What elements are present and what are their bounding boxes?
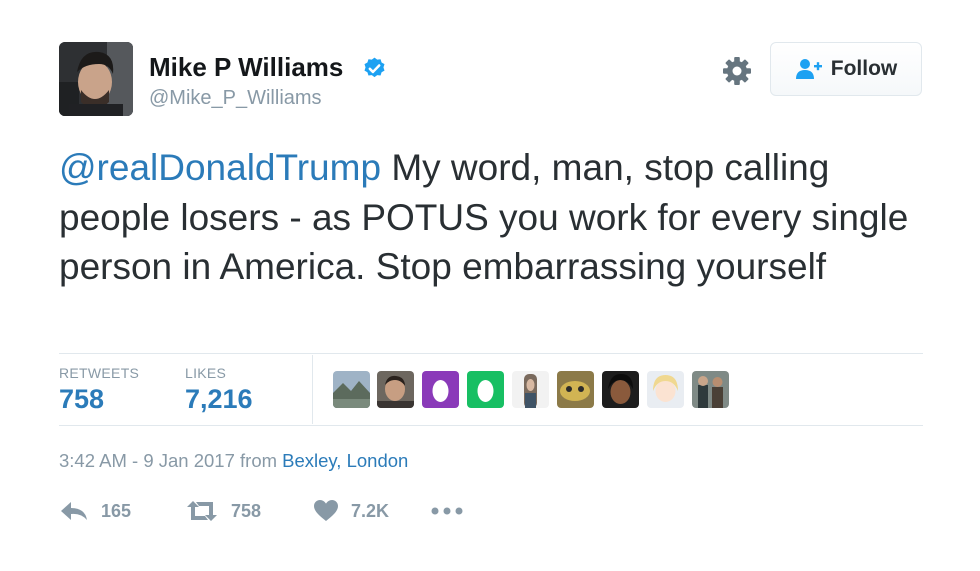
retweet-button[interactable]: 758 (185, 494, 261, 528)
tweet-text: @realDonaldTrump My word, man, stop call… (59, 143, 919, 292)
divider-top (59, 353, 923, 354)
reply-count: 165 (101, 500, 132, 521)
liker-animal (557, 371, 594, 408)
tweet-metadata: 3:42 AM - 9 Jan 2017 from Bexley, London (59, 450, 408, 472)
liker-avatar-4[interactable] (467, 371, 504, 408)
retweets-label[interactable]: RETWEETS (59, 365, 139, 381)
liker-avatar-8[interactable] (647, 371, 684, 408)
liker-egg-purple (422, 371, 459, 408)
person-plus-icon (795, 59, 822, 79)
verified-badge-icon (364, 57, 385, 78)
tweet-mention-link[interactable]: @realDonaldTrump (59, 147, 381, 188)
liker-avatar-9[interactable] (692, 371, 729, 408)
liker-woman (512, 371, 549, 408)
like-count: 7.2K (351, 500, 390, 521)
likes-count[interactable]: 7,216 (185, 384, 253, 415)
more-button[interactable] (431, 494, 463, 528)
follow-button[interactable]: Follow (770, 42, 922, 96)
tweet-location-link[interactable]: Bexley, London (282, 450, 408, 471)
more-dots-icon (431, 507, 463, 515)
liker-anime (647, 371, 684, 408)
tweet-timestamp[interactable]: 3:42 AM - 9 Jan 2017 (59, 450, 235, 471)
author-name[interactable]: Mike P Williams (149, 52, 343, 83)
divider-bottom (59, 425, 923, 426)
liker-avatar-5[interactable] (512, 371, 549, 408)
from-label: from (240, 450, 278, 471)
liker-man (377, 371, 414, 408)
stats-divider (312, 355, 313, 424)
author-handle[interactable]: @Mike_P_Williams (149, 87, 322, 110)
retweets-count[interactable]: 758 (59, 384, 104, 415)
liker-landscape (333, 371, 370, 408)
liker-avatar-3[interactable] (422, 371, 459, 408)
liker-avatar-6[interactable] (557, 371, 594, 408)
reply-icon (61, 502, 87, 520)
heart-icon (314, 500, 338, 521)
retweet-count: 758 (231, 500, 262, 521)
gear-icon[interactable] (721, 55, 753, 87)
reply-button[interactable]: 165 (59, 494, 131, 528)
follow-button-label: Follow (830, 57, 898, 80)
liker-person-dark (602, 371, 639, 408)
avatar-photo (59, 42, 133, 116)
like-button[interactable]: 7.2K (313, 494, 389, 528)
liker-avatar-2[interactable] (377, 371, 414, 408)
retweet-icon (187, 501, 217, 521)
liker-people (692, 371, 729, 408)
likes-label[interactable]: LIKES (185, 365, 226, 381)
avatar[interactable] (59, 42, 133, 116)
liker-egg-green (467, 371, 504, 408)
liker-avatar-1[interactable] (333, 371, 370, 408)
liker-avatar-7[interactable] (602, 371, 639, 408)
